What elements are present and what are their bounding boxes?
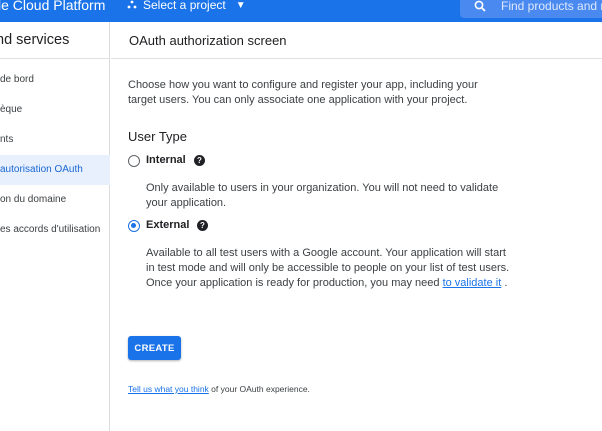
sidebar: nd services de bord èque nts autorisatio… — [0, 22, 110, 431]
sidebar-item-oauth-consent[interactable]: autorisation OAuth — [0, 155, 110, 185]
sidebar-item-page-usage-agreements[interactable]: es accords d'utilisation — [0, 215, 110, 245]
caret-down-icon: ▼ — [235, 0, 246, 11]
feedback-rest: of your OAuth experience. — [208, 384, 310, 394]
main-header: OAuth authorization screen — [111, 22, 602, 59]
external-label[interactable]: External — [146, 219, 189, 231]
feedback-text: Tell us what you think of your OAuth exp… — [128, 384, 310, 394]
search-icon — [474, 0, 486, 12]
external-description-end: . — [504, 277, 508, 289]
external-radio[interactable] — [128, 220, 140, 232]
sidebar-item-domain-verification[interactable]: on du domaine — [0, 185, 110, 215]
app-title: le Cloud Platform — [0, 0, 106, 13]
sidebar-item-library[interactable]: èque — [0, 95, 110, 125]
help-icon[interactable]: ? — [197, 220, 208, 231]
sidebar-item-dashboard[interactable]: de bord — [0, 65, 110, 95]
validate-link[interactable]: to validate it — [443, 277, 502, 289]
external-description: Available to all test users with a Googl… — [146, 246, 516, 291]
divider — [0, 58, 110, 59]
user-type-heading: User Type — [128, 129, 188, 144]
search-placeholder: Find products and re — [501, 0, 602, 13]
help-icon[interactable]: ? — [194, 155, 205, 166]
intro-text: Choose how you want to configure and reg… — [128, 79, 478, 106]
page-title: OAuth authorization screen — [129, 33, 287, 48]
project-selector-label: Select a project — [143, 0, 226, 12]
feedback-link[interactable]: Tell us what you think — [128, 384, 209, 394]
internal-radio[interactable] — [128, 155, 140, 167]
top-app-bar: le Cloud Platform Select a project ▼ Fin… — [0, 0, 602, 22]
project-selector[interactable]: Select a project ▼ — [127, 0, 246, 12]
project-dots-icon — [127, 0, 137, 9]
internal-description: Only available to users in your organiza… — [146, 182, 499, 209]
create-button[interactable]: CREATE — [128, 336, 181, 360]
search-bar[interactable]: Find products and re — [460, 0, 602, 18]
sidebar-item-credentials[interactable]: nts — [0, 125, 110, 155]
sidebar-title: nd services — [0, 32, 70, 48]
internal-label[interactable]: Internal — [146, 154, 186, 166]
